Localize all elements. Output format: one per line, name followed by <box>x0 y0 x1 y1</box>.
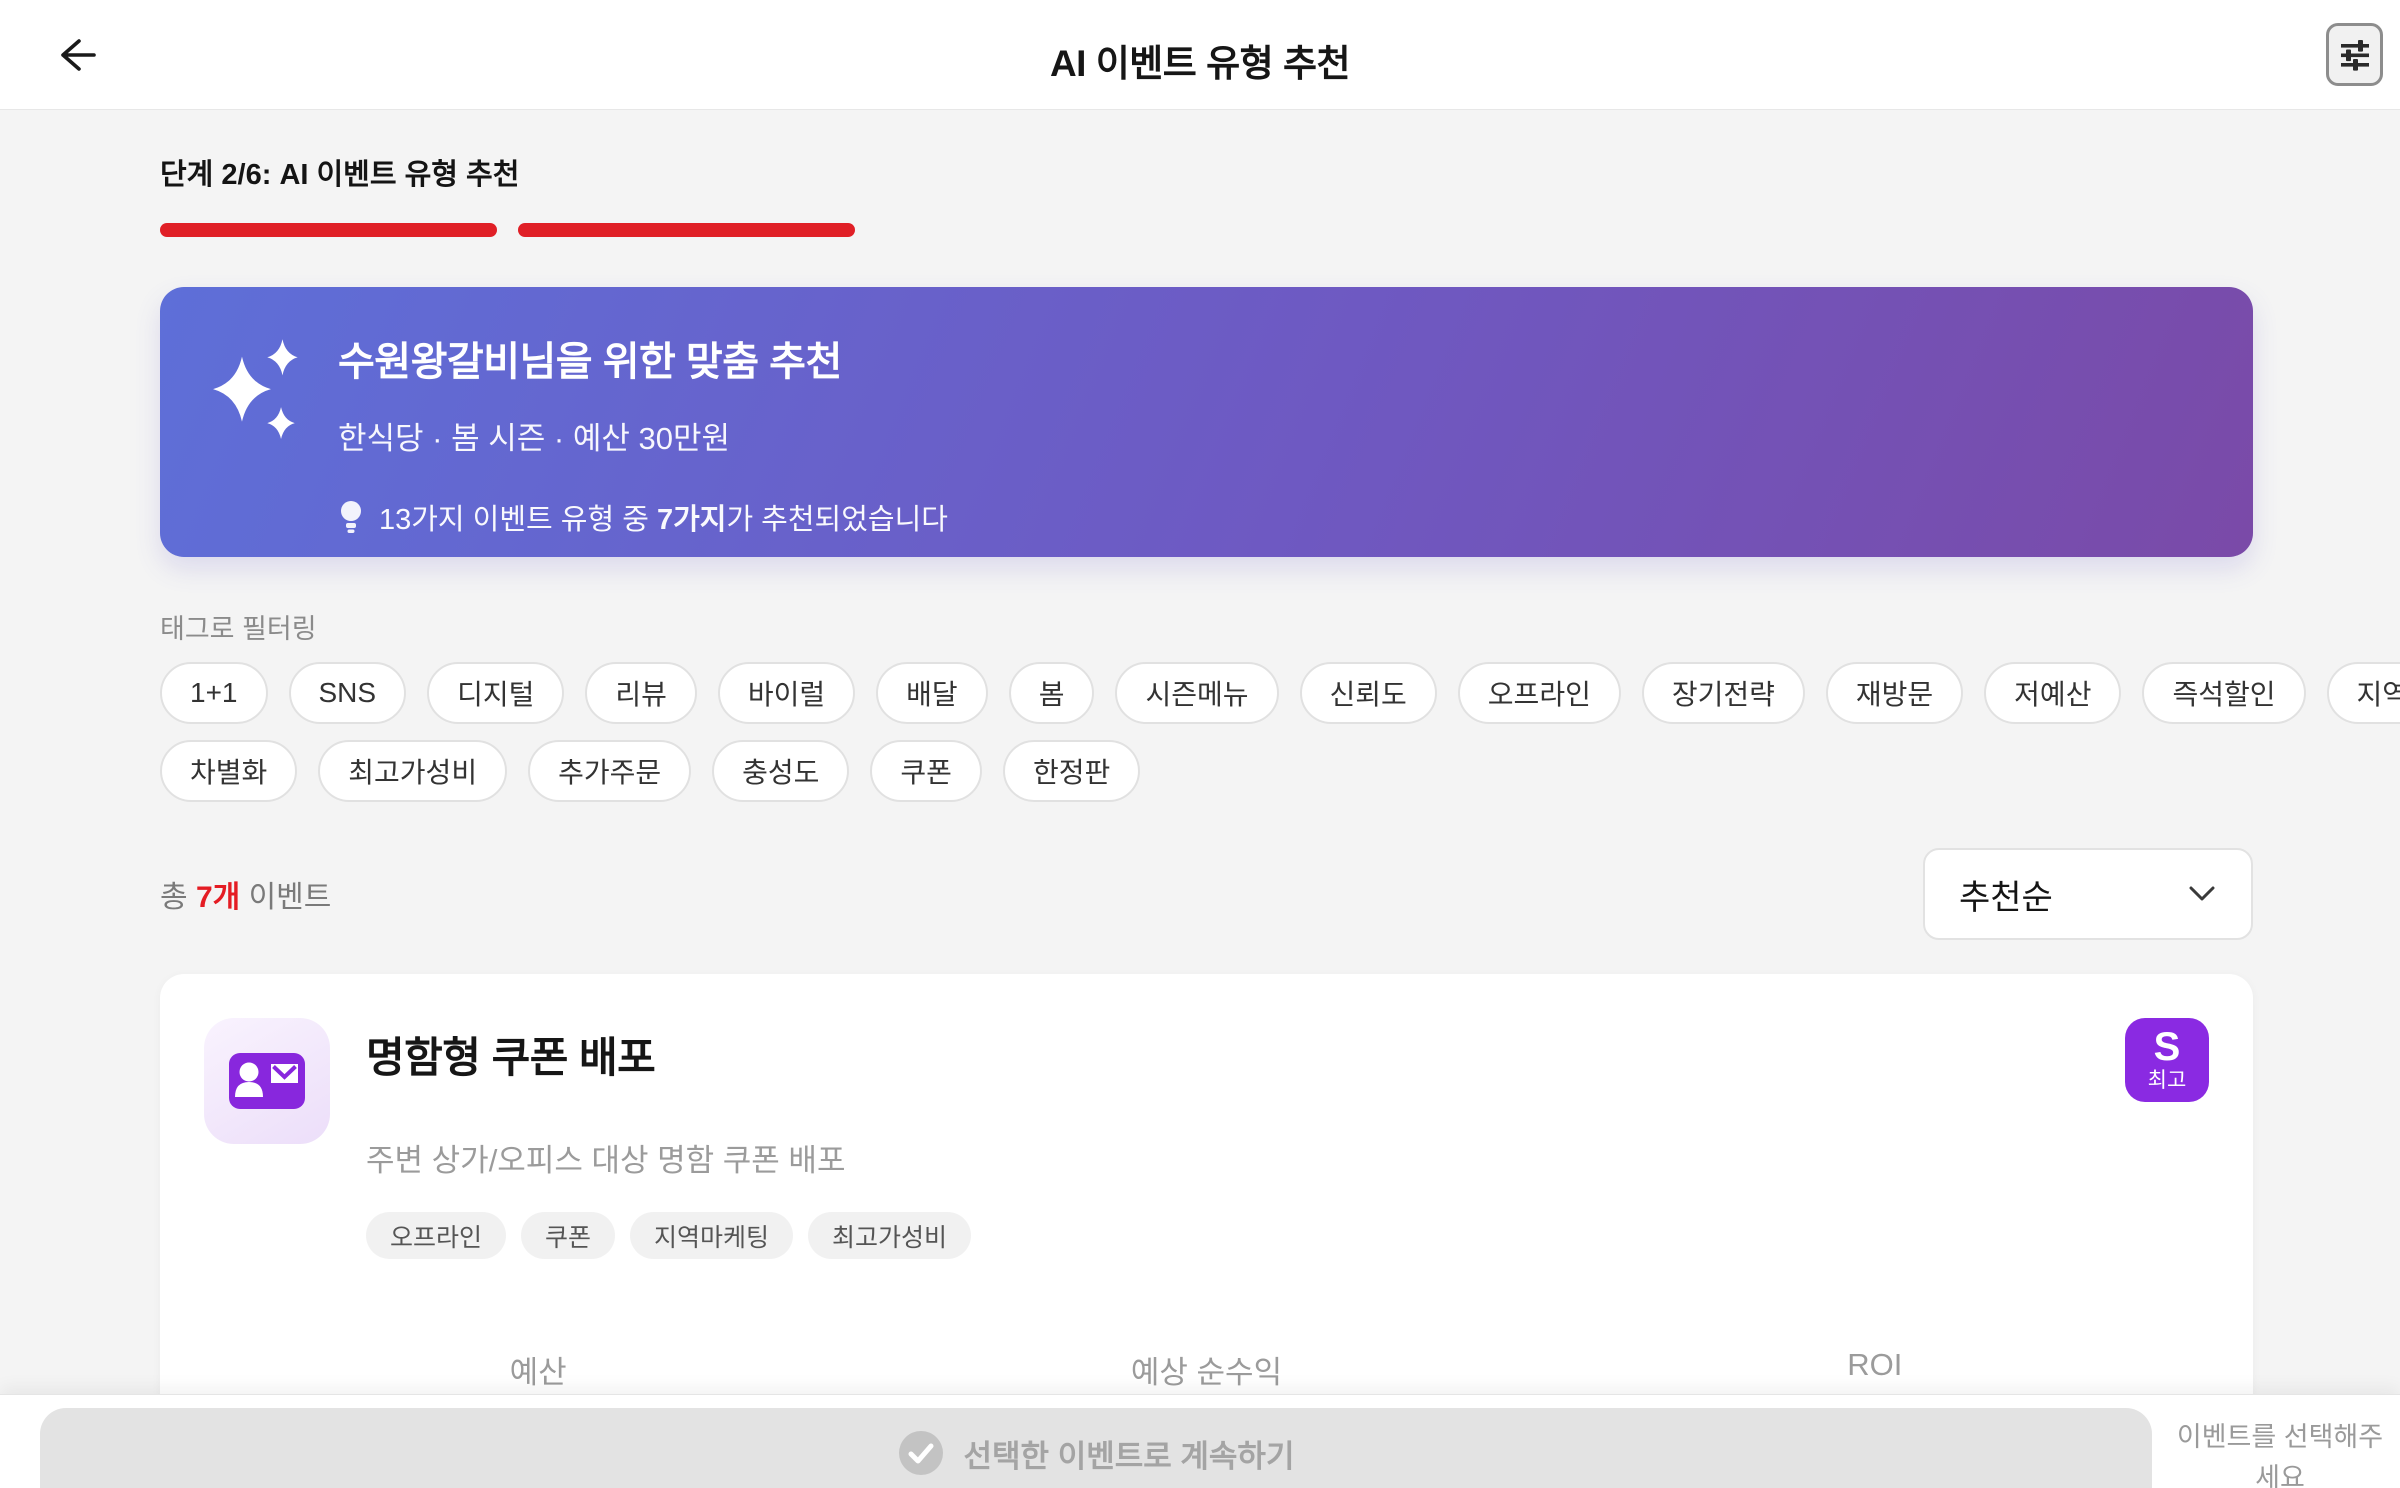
filter-tag-chip[interactable]: SNS <box>288 662 407 724</box>
step-progress-bars <box>160 223 2253 237</box>
filter-tag-chip[interactable]: 추가주문 <box>528 740 692 802</box>
banner-info: 13가지 이벤트 유형 중 7가지가 추천되었습니다 <box>338 496 948 538</box>
filter-tag-chip[interactable]: 저예산 <box>1984 662 2122 724</box>
filter-tag-chip[interactable]: 오프라인 <box>1457 662 1621 724</box>
filter-tag-chip[interactable]: 1+1 <box>160 662 268 724</box>
filter-tag-chip[interactable]: 봄 <box>1008 662 1095 724</box>
stat-label: 예산 <box>509 1355 567 1390</box>
event-card-body: 명함형 쿠폰 배포 주변 상가/오피스 대상 명함 쿠폰 배포 오프라인 쿠폰 지역… <box>366 1018 972 1259</box>
sort-dropdown[interactable]: 추천순 <box>1923 848 2253 940</box>
continue-button[interactable]: 선택한 이벤트로 계속하기 <box>40 1408 2152 1488</box>
filter-tag-chip[interactable]: 최고가성비 <box>318 740 508 802</box>
filter-tag-chip[interactable]: 차별화 <box>160 740 298 802</box>
filter-tag-chip[interactable]: 재방문 <box>1825 662 1964 724</box>
filter-tag-chip[interactable]: 신뢰도 <box>1299 662 1437 724</box>
chevron-down-icon <box>2189 886 2215 901</box>
filter-tag-chip[interactable]: 한정판 <box>1002 740 1141 802</box>
event-card-head: 명함형 쿠폰 배포 주변 상가/오피스 대상 명함 쿠폰 배포 오프라인 쿠폰 지역… <box>204 1018 2209 1259</box>
progress-segment <box>518 223 855 237</box>
continue-button-label: 선택한 이벤트로 계속하기 <box>963 1438 1295 1474</box>
bottom-bar: 선택한 이벤트로 계속하기 이벤트를 선택해주세요 <box>0 1395 2400 1488</box>
event-tag: 오프라인 <box>366 1212 507 1259</box>
filter-tag-chip[interactable]: 리뷰 <box>585 662 697 724</box>
filter-tag-row: 1+1 SNS 디지털 리뷰 바이럴 배달 봄 시즌메뉴 신뢰도 오프라인 장기전략 재방문 저예산 즉석… <box>160 662 2400 724</box>
event-title: 명함형 쿠폰 배포 <box>366 1034 656 1081</box>
event-count: 총 7개 이벤트 <box>160 881 332 914</box>
list-header: 총 7개 이벤트 추천순 <box>160 848 2253 940</box>
grade-label: 최고 <box>2147 1069 2187 1092</box>
banner-title: 수원왕갈비님을 위한 맞춤 추천 <box>338 340 842 384</box>
filter-tag-chip[interactable]: 배달 <box>876 662 988 724</box>
step-label: 단계 2/6: AI 이벤트 유형 추천 <box>160 159 520 191</box>
event-description: 주변 상가/오피스 대상 명함 쿠폰 배포 <box>366 1143 846 1178</box>
filter-tag-chip[interactable]: 장기전략 <box>1641 662 1805 724</box>
banner-text: 수원왕갈비님을 위한 맞춤 추천 한식당 · 봄 시즌 · 예산 30만원 13… <box>338 329 948 536</box>
banner-subtitle: 한식당 · 봄 시즌 · 예산 30만원 <box>338 421 731 456</box>
sort-selected-value: 추천순 <box>1959 878 2053 917</box>
event-tags: 오프라인 쿠폰 지역마케팅 최고가성비 <box>366 1212 972 1259</box>
stat-label: 예상 순수익 <box>1130 1355 1283 1390</box>
filter-tag-chips: 1+1 SNS 디지털 리뷰 바이럴 배달 봄 시즌메뉴 신뢰도 오프라인 장기전략 재방문 저예산 즉석… <box>160 662 2400 802</box>
filter-label: 태그로 필터링 <box>160 614 317 644</box>
recommendation-banner: 수원왕갈비님을 위한 맞춤 추천 한식당 · 봄 시즌 · 예산 30만원 13… <box>160 287 2253 557</box>
filter-tag-chip[interactable]: 지역마케팅 <box>2326 662 2400 724</box>
event-tag: 쿠폰 <box>521 1212 616 1259</box>
filter-tag-chip[interactable]: 즉석할인 <box>2142 662 2306 724</box>
progress-segment <box>160 223 497 237</box>
filter-tag-chip[interactable]: 쿠폰 <box>870 740 982 802</box>
lightbulb-icon <box>341 501 361 533</box>
filter-tag-chip[interactable]: 시즌메뉴 <box>1115 662 1279 724</box>
selection-helper-text: 이벤트를 선택해주세요 <box>2176 1422 2384 1488</box>
page-title: AI 이벤트 유형 추천 <box>1049 43 1351 84</box>
grade-badge: S 최고 <box>2125 1018 2209 1102</box>
step-progress-section: 단계 2/6: AI 이벤트 유형 추천 <box>160 151 2253 237</box>
event-tag: 지역마케팅 <box>630 1212 794 1259</box>
grade-letter: S <box>2153 1025 2181 1069</box>
filter-tag-chip[interactable]: 디지털 <box>427 662 565 724</box>
main-content: 단계 2/6: AI 이벤트 유형 추천 수원왕갈비님을 위한 맞춤 추천 한식… <box>0 111 2400 1488</box>
event-tag: 최고가성비 <box>808 1212 972 1259</box>
banner-info-text: 13가지 이벤트 유형 중 7가지가 추천되었습니다 <box>379 504 948 536</box>
filter-tag-chip[interactable]: 바이럴 <box>717 662 856 724</box>
filter-tag-chip[interactable]: 충성도 <box>712 740 850 802</box>
filter-settings-button[interactable] <box>2326 23 2383 86</box>
stat-label: ROI <box>1847 1347 1903 1382</box>
tune-sliders-icon <box>2340 39 2369 71</box>
sparkles-icon <box>213 339 298 439</box>
filter-tag-row: 차별화 최고가성비 추가주문 충성도 쿠폰 한정판 <box>160 740 2253 802</box>
app-header: AI 이벤트 유형 추천 <box>0 0 2400 110</box>
contact-card-icon <box>204 1018 330 1144</box>
check-circle-icon <box>898 1431 943 1475</box>
